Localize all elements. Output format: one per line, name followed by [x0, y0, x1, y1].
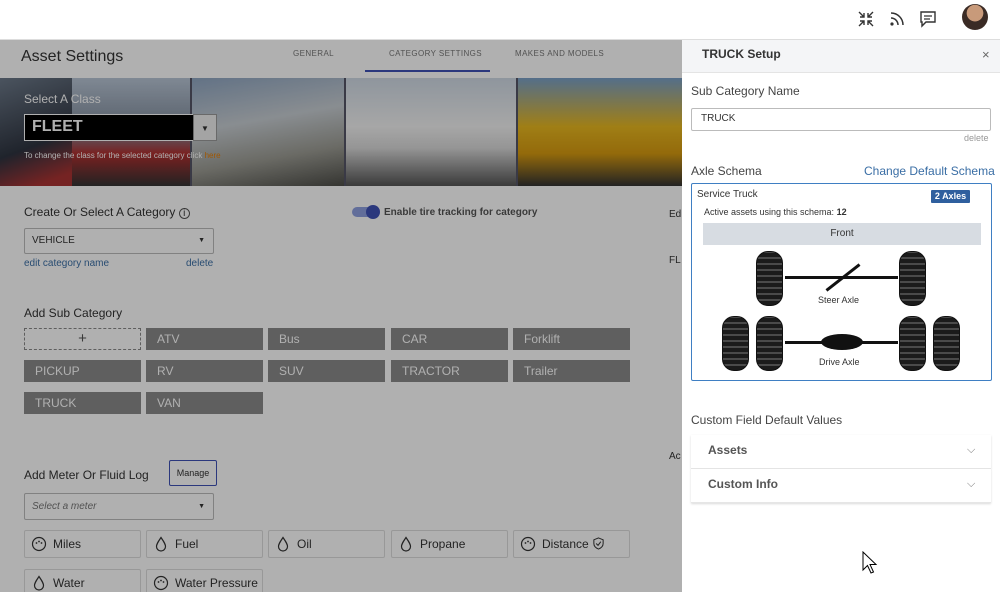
- tire[interactable]: [722, 316, 749, 371]
- differential: [821, 334, 863, 350]
- delete-subcategory-link[interactable]: delete: [964, 133, 989, 143]
- schema-name: Service Truck: [697, 189, 758, 200]
- modal-backdrop[interactable]: [0, 40, 682, 592]
- rss-feed-icon[interactable]: [887, 9, 907, 29]
- axle-count-badge: 2 Axles: [931, 190, 970, 203]
- custom-field-label: Custom Field Default Values: [691, 413, 843, 427]
- accordion-custom-info[interactable]: Custom Info ⌵: [691, 469, 991, 503]
- tire[interactable]: [756, 251, 783, 306]
- close-icon[interactable]: ×: [982, 47, 990, 62]
- active-assets-text: Active assets using this schema: 12: [704, 207, 847, 217]
- accordion-assets[interactable]: Assets ⌵: [691, 435, 991, 469]
- accordion-label: Assets: [708, 443, 748, 457]
- tire[interactable]: [899, 251, 926, 306]
- tire[interactable]: [899, 316, 926, 371]
- subcategory-name-input[interactable]: TRUCK: [691, 108, 991, 131]
- panel-header: TRUCK Setup ×: [682, 40, 1000, 73]
- collapse-arrows-icon[interactable]: [856, 9, 876, 29]
- drive-axle-label: Drive Axle: [819, 357, 860, 367]
- front-indicator: Front: [703, 223, 981, 245]
- top-bar: [0, 0, 1000, 40]
- truck-setup-panel: TRUCK Setup × Sub Category Name TRUCK de…: [682, 40, 1000, 592]
- accordion-label: Custom Info: [708, 477, 778, 491]
- user-avatar[interactable]: [962, 4, 988, 30]
- panel-title: TRUCK Setup: [702, 47, 781, 61]
- subcategory-name-label: Sub Category Name: [691, 84, 800, 98]
- steer-axle-label: Steer Axle: [818, 295, 860, 305]
- tire[interactable]: [933, 316, 960, 371]
- axle-schema-card[interactable]: Service Truck 2 Axles Active assets usin…: [691, 183, 992, 381]
- tire[interactable]: [756, 316, 783, 371]
- chat-message-icon[interactable]: [918, 9, 938, 29]
- mouse-cursor-icon: [862, 551, 878, 574]
- chevron-down-icon: ⌵: [967, 478, 976, 490]
- change-schema-link[interactable]: Change Default Schema: [864, 164, 995, 178]
- axle-schema-label: Axle Schema: [691, 164, 762, 178]
- chevron-down-icon: ⌵: [967, 444, 976, 456]
